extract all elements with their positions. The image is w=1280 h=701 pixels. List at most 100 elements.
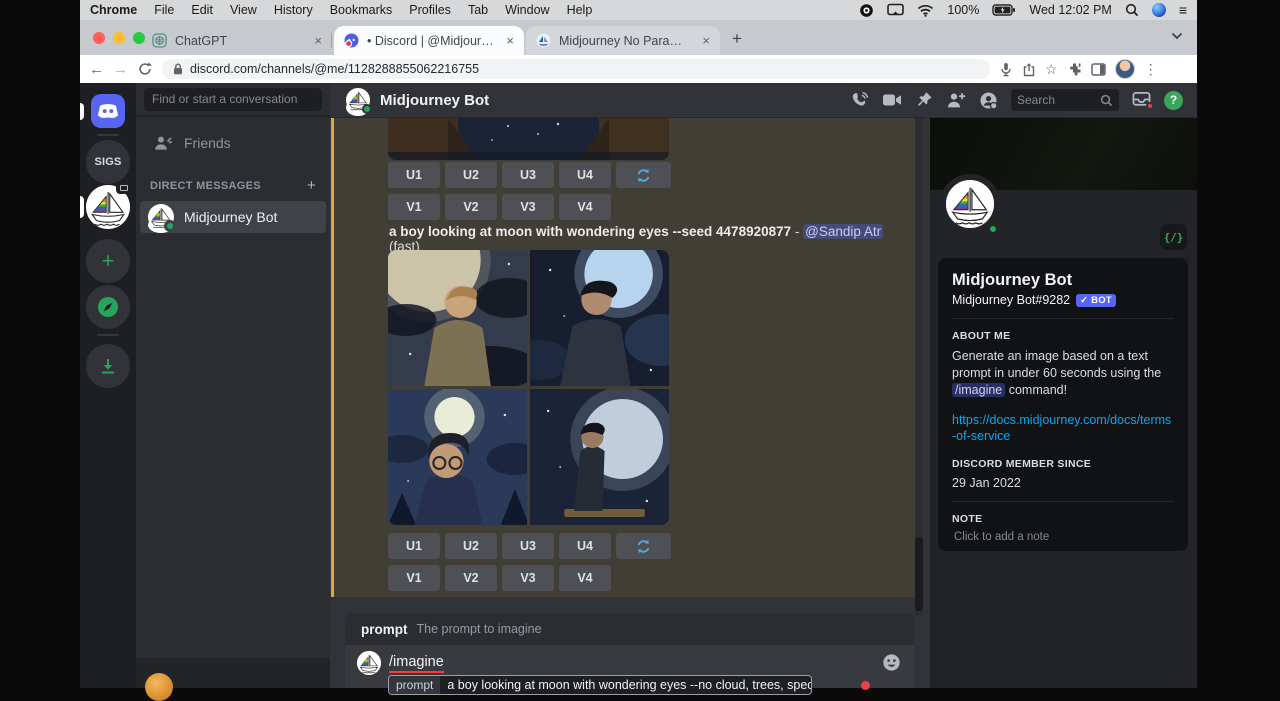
u1-button[interactable]: U1 — [388, 533, 440, 559]
add-friend-icon[interactable] — [946, 91, 966, 109]
menubar-clock[interactable]: Wed 12:02 PM — [1029, 3, 1111, 17]
u4-button[interactable]: U4 — [559, 162, 611, 188]
v1-button[interactable]: V1 — [388, 565, 440, 591]
mic-icon[interactable] — [999, 62, 1013, 77]
close-tab-icon[interactable]: × — [314, 34, 322, 47]
sidebar-item-friends[interactable]: Friends — [144, 128, 322, 158]
create-dm-icon[interactable]: + — [307, 177, 316, 194]
command-autocomplete[interactable]: prompt The prompt to imagine — [345, 613, 915, 645]
reroll-button[interactable] — [616, 162, 671, 188]
download-apps-button[interactable] — [86, 344, 130, 388]
menu-window[interactable]: Window — [505, 3, 549, 17]
reroll-button[interactable] — [616, 533, 671, 559]
menu-history[interactable]: History — [274, 3, 313, 17]
u3-button[interactable]: U3 — [502, 162, 554, 188]
wifi-icon[interactable] — [917, 4, 934, 17]
tab-chatgpt[interactable]: ChatGPT × — [142, 26, 332, 55]
spotlight-search-icon[interactable] — [1125, 3, 1139, 17]
imagine-command-chip[interactable]: /imagine — [952, 383, 1005, 397]
u1-button[interactable]: U1 — [388, 162, 440, 188]
pin-icon[interactable] — [915, 91, 933, 109]
v2-button[interactable]: V2 — [445, 194, 497, 220]
tab-search-chevron-icon[interactable] — [1171, 32, 1183, 40]
menu-file[interactable]: File — [154, 3, 174, 17]
tab-midjourney[interactable]: Midjourney No Parameter × — [526, 26, 720, 55]
emoji-picker-icon[interactable] — [882, 653, 901, 672]
reload-button[interactable] — [137, 61, 153, 77]
list-menu-icon[interactable]: ≡ — [1179, 3, 1187, 17]
user-profile-icon[interactable] — [979, 91, 998, 110]
video-call-icon[interactable] — [882, 92, 902, 108]
user-mention[interactable]: @Sandip Atr — [803, 224, 883, 239]
midjourney-grid-image-partial[interactable] — [388, 118, 669, 160]
menu-bookmarks[interactable]: Bookmarks — [330, 3, 393, 17]
screen-mirroring-icon[interactable] — [887, 3, 904, 17]
dm-item-label: Midjourney Bot — [184, 209, 277, 225]
new-tab-button[interactable]: + — [732, 29, 742, 49]
forward-button[interactable]: → — [113, 62, 128, 77]
menu-profiles[interactable]: Profiles — [409, 3, 451, 17]
close-tab-icon[interactable]: × — [702, 34, 710, 47]
chat-scrollbar-thumb[interactable] — [915, 537, 923, 611]
add-server-button[interactable]: + — [86, 239, 130, 283]
chat-search-box[interactable]: Search — [1011, 89, 1119, 111]
message-input[interactable]: /imagine prompt a boy looking at moon wi… — [345, 645, 915, 688]
share-icon[interactable] — [1022, 62, 1036, 77]
v3-button[interactable]: V3 — [502, 565, 554, 591]
browser-menu-dots-icon[interactable]: ⋮ — [1144, 61, 1158, 78]
u3-button[interactable]: U3 — [502, 533, 554, 559]
bot-badge: ✓ BOT — [1076, 294, 1116, 307]
note-header: NOTE — [952, 513, 1174, 525]
prompt-option-field[interactable]: prompt a boy looking at moon with wonder… — [388, 675, 812, 695]
tab-discord-active[interactable]: • Discord | @Midjourney Bot × — [334, 26, 524, 55]
back-button[interactable]: ← — [89, 62, 104, 77]
dm-item-midjourney-bot[interactable]: Midjourney Bot — [140, 201, 326, 233]
upscale-button-row: U1 U2 U3 U4 — [388, 533, 671, 559]
slash-commands-badge[interactable]: {/} — [1160, 224, 1187, 250]
menu-app-chrome[interactable]: Chrome — [90, 3, 137, 17]
extensions-puzzle-icon[interactable] — [1067, 62, 1082, 77]
menu-help[interactable]: Help — [567, 3, 593, 17]
bot-profile-panel: {/} Midjourney Bot Midjourney Bot#9282 ✓… — [930, 118, 1197, 688]
note-input[interactable]: Click to add a note — [952, 531, 1174, 543]
v2-button[interactable]: V2 — [445, 565, 497, 591]
inbox-notification-dot — [1146, 102, 1154, 110]
menu-tab[interactable]: Tab — [468, 3, 488, 17]
menu-edit[interactable]: Edit — [191, 3, 213, 17]
close-tab-icon[interactable]: × — [506, 34, 514, 47]
server-sigs[interactable]: SIGS — [86, 140, 130, 184]
midjourney-grid-image[interactable] — [388, 250, 669, 525]
v3-button[interactable]: V3 — [502, 194, 554, 220]
u4-button[interactable]: U4 — [559, 533, 611, 559]
conversation-search-button[interactable]: Find or start a conversation — [144, 88, 322, 111]
v4-button[interactable]: V4 — [559, 194, 611, 220]
u2-button[interactable]: U2 — [445, 533, 497, 559]
v1-button[interactable]: V1 — [388, 194, 440, 220]
browser-profile-avatar[interactable] — [1115, 59, 1135, 79]
recording-indicator-dot — [861, 681, 870, 690]
discord-home-button[interactable] — [91, 94, 125, 128]
current-user-avatar[interactable] — [145, 673, 173, 701]
screen-record-icon[interactable] — [859, 3, 874, 18]
online-status-dot — [362, 104, 372, 114]
tab-title: ChatGPT — [175, 34, 227, 48]
terms-of-service-link[interactable]: https://docs.midjourney.com/docs/terms-o… — [952, 412, 1174, 445]
battery-percent: 100% — [947, 3, 979, 17]
menu-view[interactable]: View — [230, 3, 257, 17]
help-icon[interactable]: ? — [1164, 91, 1183, 110]
close-window-button[interactable] — [93, 32, 105, 44]
v4-button[interactable]: V4 — [559, 565, 611, 591]
voice-call-icon[interactable] — [850, 91, 869, 110]
highlighted-message-block: U1 U2 U3 U4 V1 V2 V3 V4 — [331, 118, 915, 597]
side-panel-icon[interactable] — [1091, 63, 1106, 76]
bookmark-star-icon[interactable]: ☆ — [1045, 62, 1058, 76]
chat-content-row: U1 U2 U3 U4 V1 V2 V3 V4 — [330, 118, 1197, 688]
prompt-option-value: a boy looking at moon with wondering eye… — [440, 676, 812, 694]
minimize-window-button[interactable] — [113, 32, 125, 44]
explore-servers-button[interactable] — [86, 285, 130, 329]
u2-button[interactable]: U2 — [445, 162, 497, 188]
address-bar[interactable]: discord.com/channels/@me/112828885506221… — [162, 59, 990, 79]
direct-messages-label: DIRECT MESSAGES — [150, 180, 261, 192]
control-center-icon[interactable] — [1152, 3, 1166, 17]
midjourney-favicon — [536, 33, 551, 48]
